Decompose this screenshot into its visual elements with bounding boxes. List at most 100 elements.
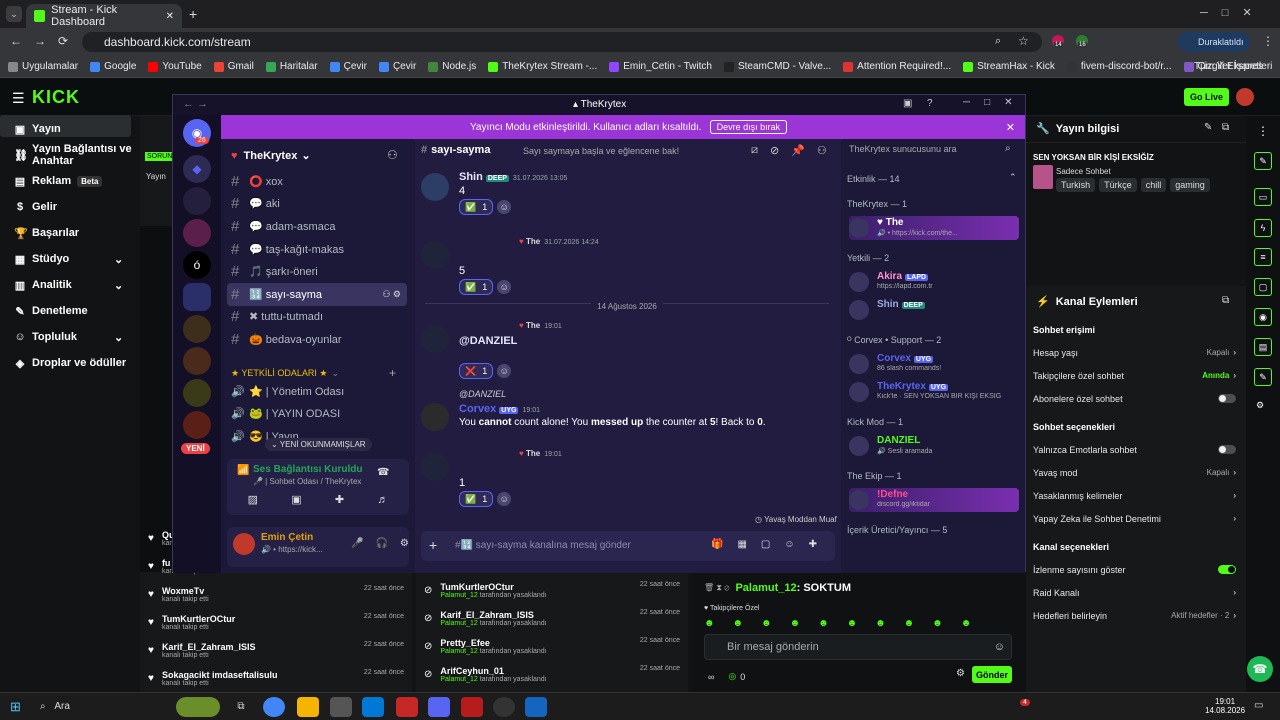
follower-name[interactable]: Karif_El_Zahram_ISIS xyxy=(162,642,256,652)
obs-icon[interactable] xyxy=(493,697,515,717)
text-channel[interactable]: # 🎃 bedava-oyunlar xyxy=(221,328,415,351)
banned-user[interactable]: ArifCeyhun_01 xyxy=(440,666,546,676)
stream-tag[interactable]: chill xyxy=(1140,178,1167,192)
add-reaction-icon[interactable]: ☺ xyxy=(497,492,512,506)
sticker-icon[interactable]: ▢ xyxy=(761,539,770,550)
reply-indicator[interactable]: ♥ The 31.07.2026 14:24 xyxy=(519,237,599,246)
setting-row[interactable]: Yalnızca Emotlarla sohbet xyxy=(1026,438,1246,461)
chevron-up-icon[interactable]: ⌃ xyxy=(1009,172,1017,183)
panel-icon[interactable]: ▭ xyxy=(1254,188,1272,206)
gif-icon[interactable]: ▦ xyxy=(737,539,746,550)
soundboard-icon[interactable]: ♬ xyxy=(377,494,388,506)
bookmark-item[interactable]: TheKrytex Stream -... xyxy=(488,61,597,72)
store-icon[interactable] xyxy=(330,697,352,717)
sidebar-item[interactable]: ☺ Topluluk ⌄ xyxy=(0,324,140,350)
sidebar-item[interactable]: ◈ Droplar ve ödüller xyxy=(0,350,140,376)
setting-row[interactable]: Abonelere özel sohbet xyxy=(1026,387,1246,410)
stream-tag[interactable]: Türkçe xyxy=(1099,178,1137,192)
bookmark-item[interactable]: Google xyxy=(90,61,136,72)
bookmark-item[interactable]: YouTube xyxy=(148,61,202,72)
app-icon[interactable] xyxy=(525,697,547,717)
avatar[interactable] xyxy=(421,173,449,201)
channel-settings-icon[interactable]: ⚇ ⚙ xyxy=(382,289,401,300)
sidebar-item[interactable]: 🏆 Başarılar xyxy=(0,220,140,246)
stream-tag[interactable]: Turkish xyxy=(1056,178,1096,192)
text-channel[interactable]: # 💬 aki xyxy=(221,193,415,216)
message-composer[interactable]: + #🔢 sayı-sayma kanalına mesaj gönder 🎁 ▦… xyxy=(421,531,835,561)
new-label[interactable]: YENİ xyxy=(181,443,210,454)
app-icon[interactable] xyxy=(396,697,418,717)
bookmark-item[interactable]: Haritalar xyxy=(265,61,318,72)
avatar[interactable] xyxy=(1236,88,1254,106)
server-icon[interactable] xyxy=(183,379,211,407)
browser-tab-active[interactable]: Stream - Kick Dashboard ✕ xyxy=(26,4,182,28)
sidebar-item[interactable]: $ Gelir xyxy=(0,194,140,220)
text-channel[interactable]: # ✖ tuttu-tutmadı xyxy=(221,306,415,329)
banned-user[interactable]: Karif_El_Zahram_ISIS xyxy=(440,610,546,620)
emoji-icon[interactable]: ☺ xyxy=(784,539,794,550)
kick-logo[interactable]: KICK xyxy=(32,87,80,108)
mic-icon[interactable]: 🎤 xyxy=(351,538,363,549)
popout-icon[interactable]: ⧉ xyxy=(1222,295,1229,306)
avatar[interactable] xyxy=(421,241,449,269)
broadcast-icon[interactable]: ◉ xyxy=(1254,308,1272,326)
sidebar-item[interactable]: ▥ Analitik ⌄ xyxy=(0,272,140,298)
server-icon[interactable] xyxy=(183,219,211,247)
reaction-chip[interactable]: ✅ 1 xyxy=(459,199,494,215)
text-channel[interactable]: # 💬 adam-asmaca xyxy=(221,215,415,238)
toggle-switch[interactable] xyxy=(1218,394,1236,403)
sidebar-item[interactable]: ⛓ Yayın Bağlantısı ve Anahtar xyxy=(0,142,140,168)
apps-icon[interactable]: ✚ xyxy=(809,539,817,550)
all-bookmarks[interactable]: Tüm Yer İşaretleri xyxy=(1194,61,1272,72)
discord-window-controls[interactable]: ─□✕ xyxy=(963,97,1027,108)
screenshare-icon[interactable]: ▣ xyxy=(291,493,301,506)
sidebar-item[interactable]: ▣ Yayın xyxy=(0,116,140,142)
mute-icon[interactable]: ⊘ xyxy=(770,144,779,157)
nav-buttons[interactable]: ←→⟳ xyxy=(10,34,80,48)
disconnect-icon[interactable]: ☎ xyxy=(377,467,389,478)
unread-pill[interactable]: ⌄ YENİ OKUNMAMIŞLAR xyxy=(265,438,372,451)
voice-channel[interactable]: 🔊 ⭐ | Yönetim Odası xyxy=(221,380,415,403)
ban-moderator[interactable]: Palamut_12 xyxy=(440,620,477,627)
sidebar-item[interactable]: ▦ Stüdyo ⌄ xyxy=(0,246,140,272)
window-controls[interactable]: ─□✕ xyxy=(1200,6,1266,19)
profile-button[interactable]: Duraklatıldı xyxy=(1178,32,1250,52)
sidebar-item[interactable]: ✎ Denetleme xyxy=(0,298,140,324)
text-channel[interactable]: # 🎵 şarkı-öneri xyxy=(221,260,415,283)
settings-icon[interactable]: ⚙ xyxy=(1256,400,1264,411)
server-header[interactable]: ♥ TheKrytex ⌄ xyxy=(231,149,311,163)
activity-header[interactable]: Etkinlik — 14 xyxy=(847,174,900,184)
reaction-chip[interactable]: ❌ 1 xyxy=(459,363,494,379)
lightning-icon[interactable]: ϟ xyxy=(1254,219,1272,237)
add-member-icon[interactable]: ⚇ xyxy=(387,148,398,162)
banned-user[interactable]: TumKurtlerOCtur xyxy=(440,582,546,592)
bookmark-item[interactable]: SteamCMD - Valve... xyxy=(723,61,831,72)
server-icon[interactable] xyxy=(183,315,211,343)
task-view-icon[interactable]: ⧉ xyxy=(230,697,252,717)
bookmark-star-icon[interactable]: ☆ xyxy=(1018,34,1029,48)
toggle-switch[interactable] xyxy=(1218,445,1236,454)
camera-off-icon[interactable]: ▨ xyxy=(248,493,258,506)
member-item[interactable]: ♥ The 🔊 • https://kick.com/the... xyxy=(849,216,1019,240)
emoji-icon[interactable]: ☺ xyxy=(994,641,1005,653)
app-icon[interactable] xyxy=(461,697,483,717)
inbox-icon[interactable]: ▣ xyxy=(903,98,912,109)
avatar[interactable] xyxy=(421,403,449,431)
category-header[interactable]: ★ YETKİLİ ODALARI ★ ⌄ xyxy=(231,368,339,379)
add-reaction-icon[interactable]: ☺ xyxy=(497,200,512,214)
member-item[interactable]: Corvex UYG 86 slash commands! xyxy=(849,352,1019,376)
chat-username[interactable]: Palamut_12 xyxy=(735,582,796,594)
reply-indicator[interactable]: ♥ The 19:01 xyxy=(519,321,562,330)
avatar[interactable] xyxy=(421,453,449,481)
voice-channel[interactable]: 🎤 | Sohbet Odası / TheKrytex xyxy=(253,477,361,486)
explorer-icon[interactable] xyxy=(297,697,319,717)
headphones-icon[interactable]: 🎧 xyxy=(375,538,387,549)
chat-settings-icon[interactable]: ⚙ xyxy=(956,668,965,679)
stream-tag[interactable]: gaming xyxy=(1170,178,1210,192)
settings-icon[interactable]: ⚙ xyxy=(400,538,409,549)
setting-row[interactable]: Yapay Zeka ile Sohbet Denetimi › xyxy=(1026,507,1246,530)
server-icon[interactable]: ◆ xyxy=(183,155,211,183)
tool-icon[interactable]: ✎ xyxy=(1254,368,1272,386)
member-item[interactable]: TheKrytex UYG Kick'te · SEN YOKSAN BİR KİŞ… xyxy=(849,380,1019,404)
zoom-icon[interactable]: ⌕ xyxy=(995,35,1001,48)
